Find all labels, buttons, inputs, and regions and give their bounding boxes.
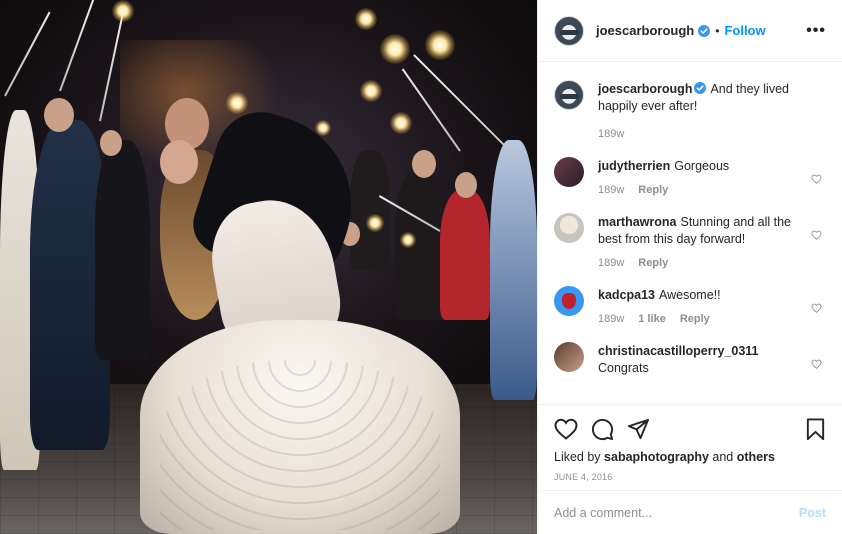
guest-right-2	[440, 190, 490, 320]
instagram-post: joescarborough • Follow ••• joescarborou…	[0, 0, 842, 534]
comment-username[interactable]: kadcpa13	[598, 288, 655, 302]
comment-username[interactable]: christinacastilloperry_0311	[598, 344, 759, 358]
guest-head	[100, 130, 122, 156]
reply-button[interactable]: Reply	[680, 313, 710, 325]
sparkler-flame	[380, 34, 410, 64]
guest-left-3	[95, 140, 150, 360]
sparkler-flame	[400, 232, 416, 248]
likes-conjunction: and	[712, 450, 734, 464]
follow-button[interactable]: Follow	[724, 23, 765, 38]
guest-right-4	[350, 150, 390, 270]
gown-ruffles	[160, 360, 440, 530]
comment-item: christinacastilloperry_0311 Congrats	[554, 325, 826, 377]
likes-prefix: Liked by	[554, 450, 601, 464]
caption: joescarborough And they lived happily eve…	[554, 63, 826, 140]
likes-summary: Liked by sabaphotography and others	[554, 450, 826, 464]
caption-avatar[interactable]	[554, 80, 584, 110]
liked-by-others[interactable]: others	[737, 450, 775, 464]
author-info: joescarborough • Follow	[596, 23, 766, 38]
sparkler-flame	[390, 112, 412, 134]
comment-time[interactable]: 189w	[598, 313, 624, 325]
post-date[interactable]: JUNE 4, 2016	[554, 472, 826, 482]
comments-list[interactable]: joescarborough And they lived happily eve…	[538, 63, 842, 403]
post-comment-button[interactable]: Post	[799, 506, 826, 520]
post-side-panel: joescarborough • Follow ••• joescarborou…	[537, 0, 842, 534]
guest-head	[44, 98, 74, 132]
reply-button[interactable]: Reply	[638, 184, 668, 196]
like-comment-heart-icon[interactable]	[811, 359, 822, 369]
comment-username[interactable]: marthawrona	[598, 215, 677, 229]
comment-username[interactable]: judytherrien	[598, 159, 670, 173]
comment-item: marthawrona Stunning and all the best fro…	[554, 196, 826, 269]
comment-bubble-icon[interactable]	[591, 418, 614, 441]
comment-time[interactable]: 189w	[598, 184, 624, 196]
verified-badge-icon	[694, 82, 707, 94]
sparkler-stick	[4, 11, 51, 97]
sparkler-flame	[360, 80, 382, 102]
comment-text: Awesome!!	[658, 288, 721, 302]
comment-text: Gorgeous	[674, 159, 730, 173]
author-username[interactable]: joescarborough	[596, 23, 694, 38]
comment-item: judytherrien Gorgeous 189w Reply	[554, 140, 826, 196]
comment-item: kadcpa13 Awesome!! 189w 1 like Reply	[554, 269, 826, 325]
like-comment-heart-icon[interactable]	[811, 230, 822, 240]
like-comment-heart-icon[interactable]	[811, 174, 822, 184]
guest-right-1	[490, 140, 537, 400]
post-photo[interactable]	[0, 0, 537, 534]
guest-head	[455, 172, 477, 198]
like-heart-icon[interactable]	[554, 418, 578, 440]
sparkler-flame	[226, 92, 248, 114]
comment-text: Congrats	[598, 361, 649, 375]
post-actions: Liked by sabaphotography and others JUNE…	[538, 404, 842, 482]
commenter-avatar[interactable]	[554, 286, 584, 316]
sparkler-flame	[425, 30, 455, 60]
bride-head	[160, 140, 198, 184]
commenter-avatar[interactable]	[554, 213, 584, 243]
like-comment-heart-icon[interactable]	[811, 303, 822, 313]
comment-like-count[interactable]: 1 like	[638, 313, 666, 325]
add-comment-bar: Post	[538, 490, 842, 534]
sparkler-flame	[355, 8, 377, 30]
share-paper-plane-icon[interactable]	[627, 418, 650, 440]
commenter-avatar[interactable]	[554, 342, 584, 372]
more-options-icon[interactable]: •••	[806, 22, 826, 39]
comment-time[interactable]: 189w	[598, 257, 624, 269]
author-avatar[interactable]	[554, 15, 584, 46]
caption-username[interactable]: joescarborough	[598, 82, 692, 96]
sparkler-flame	[366, 214, 384, 232]
reply-button[interactable]: Reply	[638, 257, 668, 269]
liked-by-user[interactable]: sabaphotography	[604, 450, 709, 464]
caption-time[interactable]: 189w	[598, 128, 624, 140]
guest-head	[412, 150, 436, 178]
header-separator: •	[715, 23, 720, 38]
action-icons	[554, 415, 826, 443]
commenter-avatar[interactable]	[554, 157, 584, 187]
save-bookmark-icon[interactable]	[805, 417, 826, 441]
sparkler-stick	[401, 68, 461, 152]
sparkler-stick	[59, 0, 96, 92]
post-header: joescarborough • Follow •••	[538, 0, 842, 62]
verified-badge-icon	[698, 24, 711, 37]
sparkler-flame	[112, 0, 134, 22]
comment-input[interactable]	[554, 505, 799, 520]
